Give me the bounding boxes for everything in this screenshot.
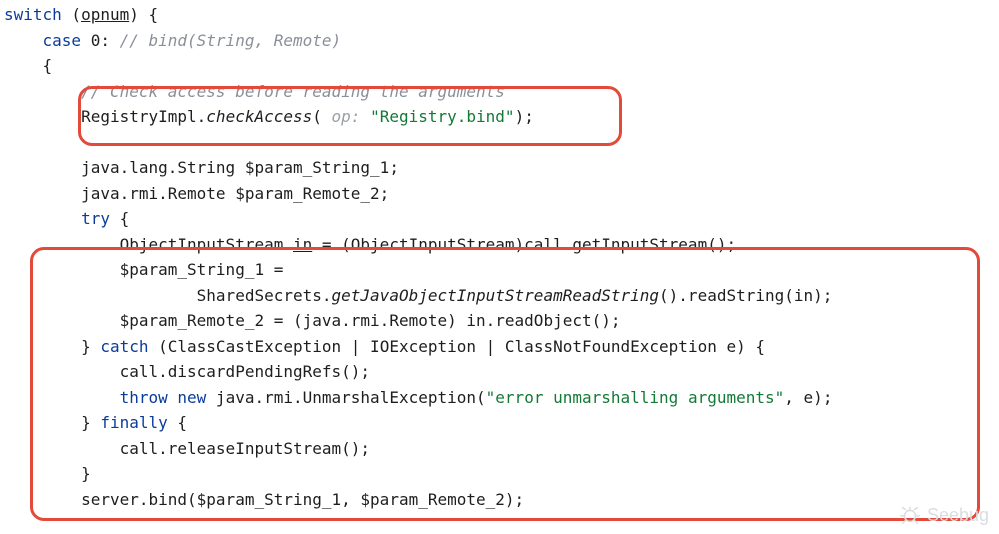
token-comment: // bind(String, Remote) — [120, 31, 342, 50]
watermark-text: Seebug — [927, 505, 989, 526]
token-kw: switch — [4, 5, 62, 24]
token-ident-u: opnum — [81, 5, 129, 24]
code-line: } catch (ClassCastException | IOExceptio… — [4, 337, 765, 356]
token-kw: case — [43, 31, 82, 50]
bug-icon — [899, 504, 921, 526]
code-line: { — [4, 56, 52, 75]
code-line: switch (opnum) { — [4, 5, 158, 24]
token-hint: op: — [332, 107, 371, 126]
token-ident-u: in — [293, 235, 312, 254]
token-call: getJavaObjectInputStreamReadString — [332, 286, 660, 305]
seebug-watermark: Seebug — [899, 504, 989, 526]
code-line: $param_Remote_2 = (java.rmi.Remote) in.r… — [4, 311, 621, 330]
code-line: RegistryImpl.checkAccess( op: "Registry.… — [4, 107, 534, 126]
code-line: $param_String_1 = — [4, 260, 283, 279]
code-line: // Check access before reading the argum… — [4, 82, 505, 101]
code-line: server.bind($param_String_1, $param_Remo… — [4, 490, 524, 509]
code-line: } — [4, 464, 91, 483]
token-string: "Registry.bind" — [370, 107, 515, 126]
code-line: try { — [4, 209, 129, 228]
code-line: call.discardPendingRefs(); — [4, 362, 370, 381]
code-line: case 0: // bind(String, Remote) — [4, 31, 341, 50]
token-kw: finally — [100, 413, 167, 432]
code-line: SharedSecrets.getJavaObjectInputStreamRe… — [4, 286, 832, 305]
code-line: java.rmi.Remote $param_Remote_2; — [4, 184, 389, 203]
source-code: switch (opnum) { case 0: // bind(String,… — [0, 0, 999, 512]
token-kw: catch — [100, 337, 148, 356]
token-kw: throw new — [120, 388, 207, 407]
code-line: call.releaseInputStream(); — [4, 439, 370, 458]
token-string: "error unmarshalling arguments" — [486, 388, 785, 407]
code-line: } finally { — [4, 413, 187, 432]
code-line: java.lang.String $param_String_1; — [4, 158, 399, 177]
token-call: checkAccess — [206, 107, 312, 126]
code-line — [4, 133, 14, 152]
token-comment: // Check access before reading the argum… — [81, 82, 505, 101]
token-kw: try — [81, 209, 110, 228]
code-line: throw new java.rmi.UnmarshalException("e… — [4, 388, 832, 407]
code-line: ObjectInputStream in = (ObjectInputStrea… — [4, 235, 736, 254]
